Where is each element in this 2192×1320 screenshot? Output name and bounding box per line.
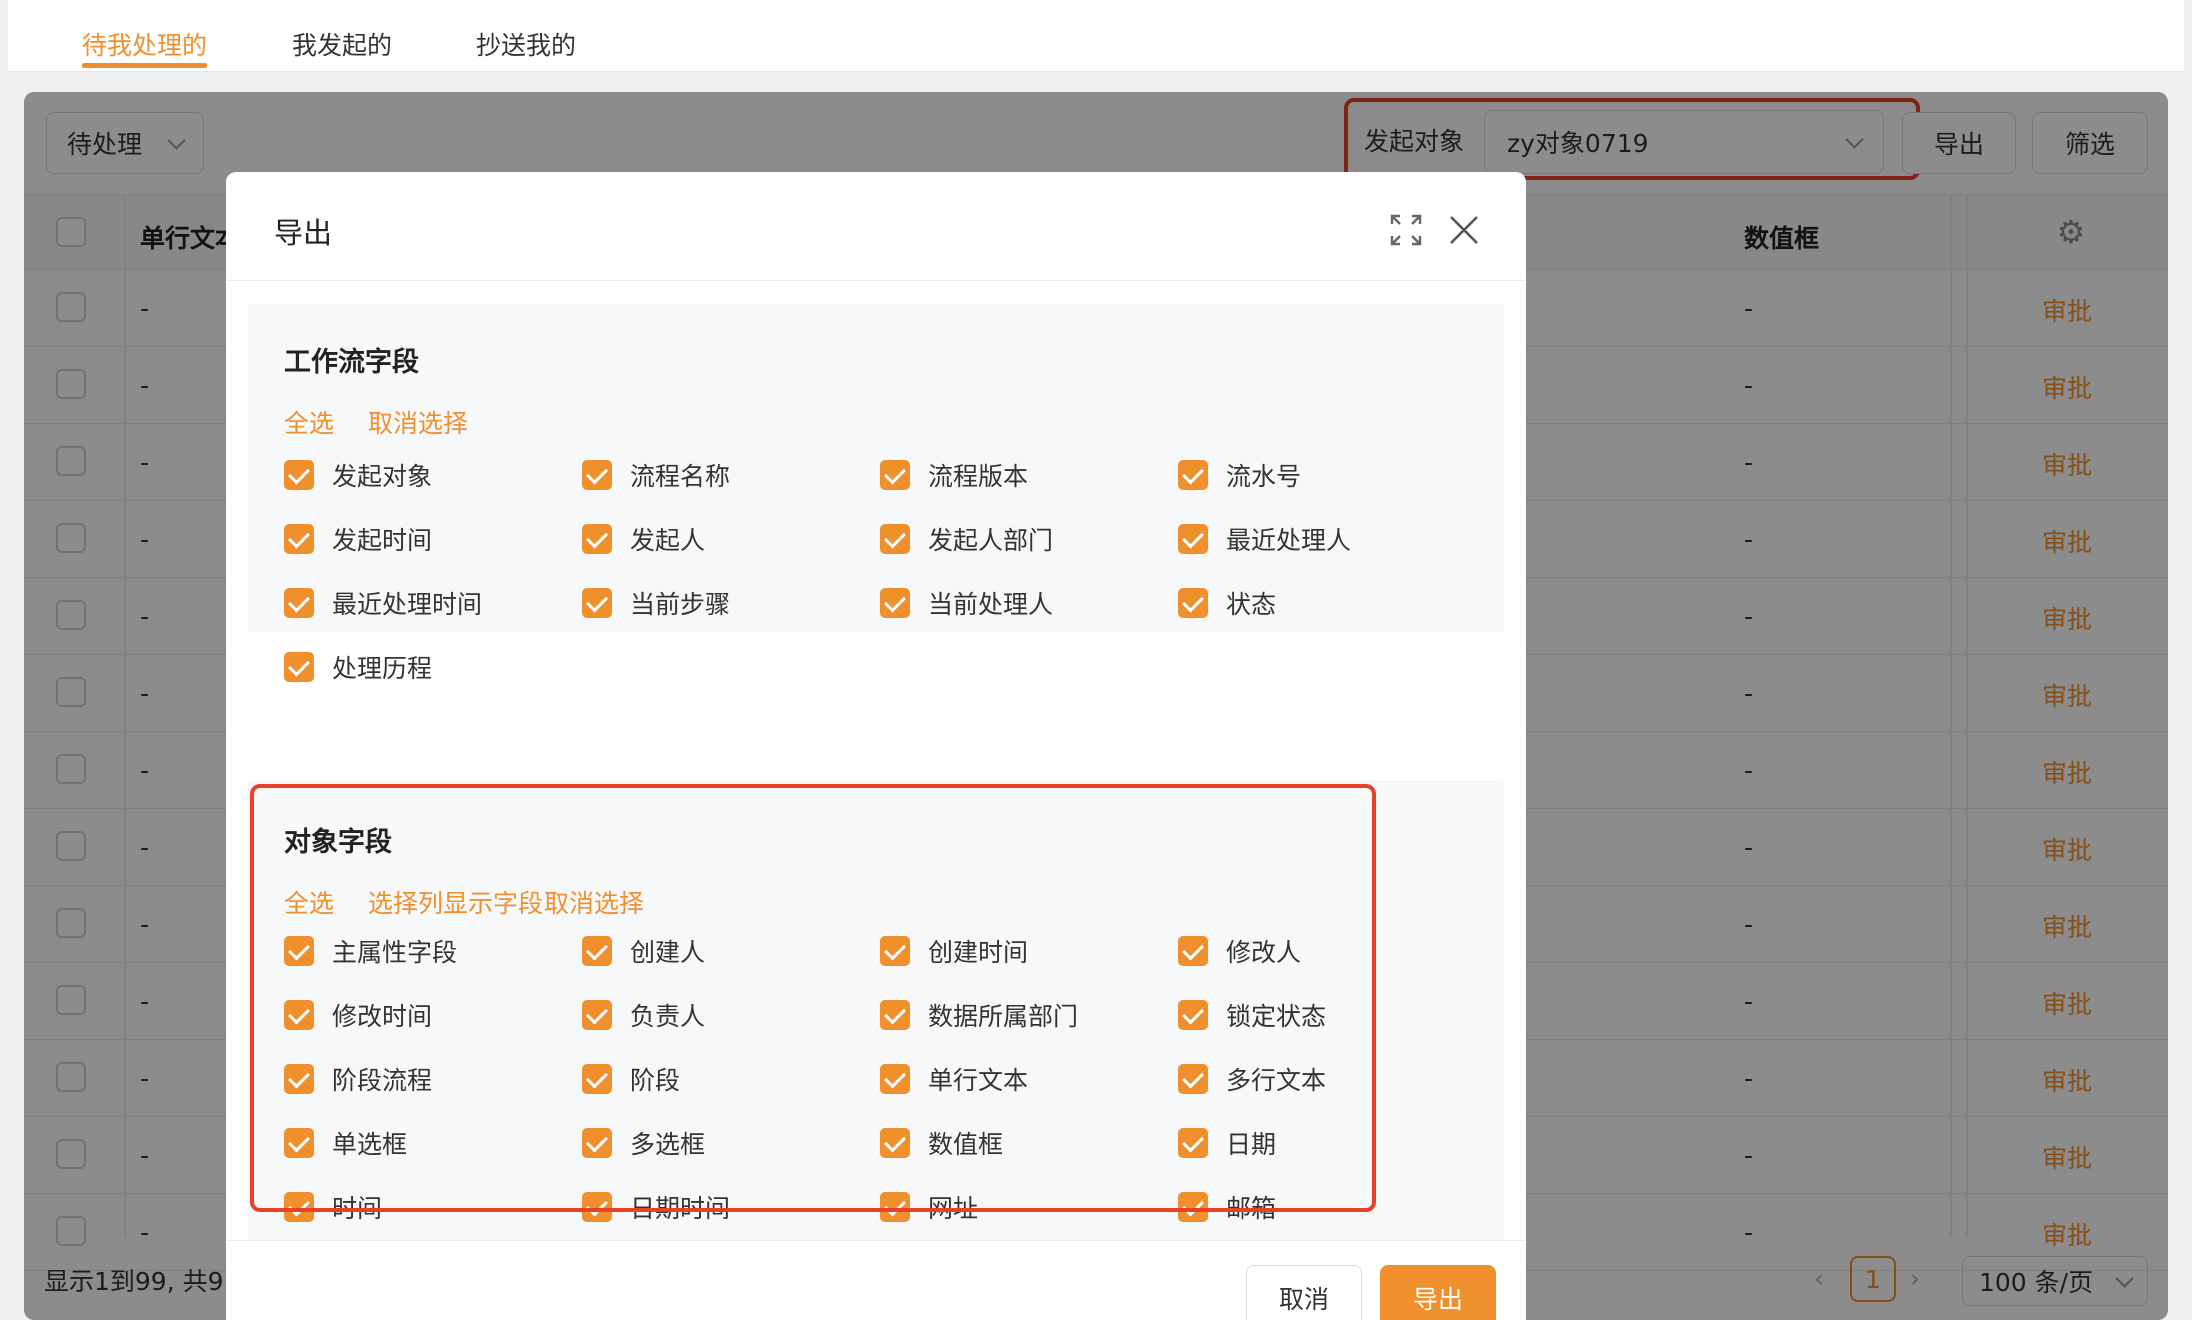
expand-icon[interactable]	[1388, 212, 1424, 248]
checkbox-checked-icon[interactable]	[1178, 588, 1208, 618]
dialog-footer: 取消 导出	[226, 1240, 1526, 1320]
checkbox-checked-icon[interactable]	[880, 524, 910, 554]
field-label: 发起人部门	[928, 526, 1054, 555]
field-checkbox-item[interactable]: 当前处理人	[880, 586, 1053, 620]
field-checkbox-item[interactable]: 最近处理人	[1178, 522, 1351, 556]
checkbox-checked-icon[interactable]	[880, 460, 910, 490]
field-label: 最近处理时间	[332, 590, 483, 619]
dialog-title: 导出	[274, 216, 333, 250]
tab-pending[interactable]: 待我处理的	[82, 26, 208, 72]
field-label: 处理历程	[332, 654, 433, 683]
export-dialog: 导出 工作流字段 全选 取消选择 发起对象 流程名称 流程版本 流水号发起时间 发起人 发…	[226, 172, 1526, 1320]
checkbox-checked-icon[interactable]	[582, 460, 612, 490]
field-label: 流水号	[1226, 462, 1302, 491]
field-checkbox-item[interactable]: 处理历程	[284, 650, 432, 684]
field-checkbox-item[interactable]: 发起时间	[284, 522, 432, 556]
checkbox-checked-icon[interactable]	[1178, 460, 1208, 490]
field-label: 最近处理人	[1226, 526, 1352, 555]
checkbox-checked-icon[interactable]	[284, 588, 314, 618]
field-checkbox-item[interactable]: 发起对象	[284, 458, 432, 492]
confirm-export-button[interactable]: 导出	[1380, 1265, 1496, 1320]
cancel-button[interactable]: 取消	[1246, 1265, 1362, 1320]
checkbox-checked-icon[interactable]	[880, 588, 910, 618]
tab-cc[interactable]: 抄送我的	[476, 26, 576, 72]
checkbox-checked-icon[interactable]	[284, 524, 314, 554]
field-label: 发起人	[630, 526, 706, 555]
top-tab-bar: 待我处理的 我发起的 抄送我的	[8, 0, 2184, 72]
field-checkbox-item[interactable]: 状态	[1178, 586, 1276, 620]
dialog-divider	[226, 280, 1526, 281]
close-icon[interactable]	[1446, 212, 1482, 248]
field-label: 当前步骤	[630, 590, 731, 619]
field-label: 当前处理人	[928, 590, 1054, 619]
checkbox-checked-icon[interactable]	[284, 652, 314, 682]
field-checkbox-item[interactable]: 流水号	[1178, 458, 1301, 492]
checkbox-checked-icon[interactable]	[582, 588, 612, 618]
highlight-box	[250, 784, 1376, 1212]
workflow-fields-section: 工作流字段 全选 取消选择 发起对象 流程名称 流程版本 流水号发起时间 发起人 发起人部…	[248, 304, 1504, 683]
field-checkbox-item[interactable]: 发起人	[582, 522, 705, 556]
field-checkbox-item[interactable]: 流程版本	[880, 458, 1028, 492]
field-label: 状态	[1226, 590, 1277, 619]
field-label: 发起时间	[332, 526, 433, 555]
field-label: 流程名称	[630, 462, 731, 491]
field-checkbox-item[interactable]: 当前步骤	[582, 586, 730, 620]
workflow-select-all-link[interactable]: 全选	[284, 404, 334, 440]
checkbox-checked-icon[interactable]	[582, 524, 612, 554]
field-label: 发起对象	[332, 462, 433, 491]
field-checkbox-item[interactable]: 流程名称	[582, 458, 730, 492]
tab-initiated[interactable]: 我发起的	[292, 26, 392, 72]
field-checkbox-item[interactable]: 最近处理时间	[284, 586, 482, 620]
field-checkbox-item[interactable]: 发起人部门	[880, 522, 1053, 556]
checkbox-checked-icon[interactable]	[284, 460, 314, 490]
workflow-section-title: 工作流字段	[284, 347, 419, 378]
field-label: 流程版本	[928, 462, 1029, 491]
checkbox-checked-icon[interactable]	[1178, 524, 1208, 554]
workflow-deselect-link[interactable]: 取消选择	[368, 404, 468, 440]
